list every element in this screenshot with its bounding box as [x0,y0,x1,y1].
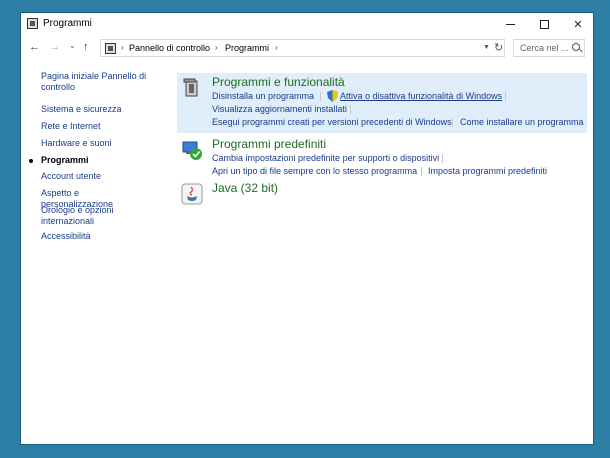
window-title: Programmi [43,18,92,29]
set-default-programs-link[interactable]: Imposta programmi predefiniti [428,166,547,176]
divider [505,92,506,101]
uninstall-program-link[interactable]: Disinstalla un programma [212,91,314,101]
compatibility-link[interactable]: Esegui programmi creati per versioni pre… [212,117,452,127]
open-file-type-link[interactable]: Apri un tipo di file sempre con lo stess… [212,166,417,176]
minimize-button[interactable] [493,13,527,35]
breadcrumb-separator[interactable]: › [121,43,124,52]
programs-features-icon [183,78,198,97]
control-panel-icon [105,43,116,54]
how-to-install-link[interactable]: Come installare un programma [460,117,584,127]
sidebar-item-system-security[interactable]: Sistema e sicurezza [41,104,151,115]
search-placeholder: Cerca nel ... [520,43,569,53]
back-button[interactable]: ← [29,41,40,53]
installed-updates-link[interactable]: Visualizza aggiornamenti installati [212,104,347,114]
breadcrumb-control-panel[interactable]: Pannello di controllo [129,43,210,53]
divider [421,167,422,176]
category-title[interactable]: Java (32 bit) [212,181,278,195]
current-page-bullet [29,159,33,163]
control-panel-window: Programmi ✕ ← → ⌄ ↑ › Pannello di contro… [20,12,594,445]
category-default-programs: Programmi predefiniti Cambia impostazion… [177,135,587,177]
search-input[interactable]: Cerca nel ... [513,39,585,57]
navigation-bar: ← → ⌄ ↑ › Pannello di controllo › Progra… [21,35,593,61]
windows-features-link[interactable]: Attiva o disattiva funzionalità di Windo… [340,91,502,101]
maximize-button[interactable] [527,13,561,35]
breadcrumb-programs[interactable]: Programmi [225,43,269,53]
address-dropdown-icon[interactable]: ▼ [483,44,490,51]
sidebar-item-network[interactable]: Rete e Internet [41,121,151,132]
sidebar-item-label: Programmi [41,155,89,165]
close-icon: ✕ [573,18,583,31]
default-programs-icon [182,141,202,160]
address-bar[interactable]: › Pannello di controllo › Programmi › ▼ … [100,39,505,57]
up-button[interactable]: ↑ [83,41,89,53]
breadcrumb-separator[interactable]: › [215,43,218,52]
breadcrumb-separator[interactable]: › [275,43,278,52]
divider [452,118,453,127]
close-button[interactable]: ✕ [561,13,595,35]
divider [442,154,443,163]
recent-locations-button[interactable]: ⌄ [69,41,76,50]
minimize-icon [505,23,515,25]
category-title[interactable]: Programmi e funzionalità [212,75,345,89]
sidebar-item-programs[interactable]: Programmi [29,155,151,166]
sidebar-item-home[interactable]: Pagina iniziale Pannello di controllo [41,71,151,93]
control-panel-icon [27,18,38,29]
change-defaults-link[interactable]: Cambia impostazioni predefinite per supp… [212,153,439,163]
search-icon [572,43,580,51]
title-bar: Programmi ✕ [21,13,593,35]
java-icon [181,183,203,205]
shield-icon [327,90,338,102]
sidebar-item-hardware[interactable]: Hardware e suoni [41,138,151,149]
forward-button[interactable]: → [49,41,60,53]
category-title[interactable]: Programmi predefiniti [212,137,326,151]
category-java: Java (32 bit) [177,179,587,209]
category-programs-features: Programmi e funzionalità Disinstalla un … [177,73,587,133]
sidebar-item-user-accounts[interactable]: Account utente [41,171,151,182]
sidebar-item-accessibility[interactable]: Accessibilità [41,231,151,242]
refresh-button[interactable]: ↻ [494,41,503,54]
maximize-icon [539,19,549,29]
divider [350,105,351,114]
sidebar-item-clock-region[interactable]: Orologio e opzioni internazionali [41,205,151,227]
divider [320,92,321,101]
